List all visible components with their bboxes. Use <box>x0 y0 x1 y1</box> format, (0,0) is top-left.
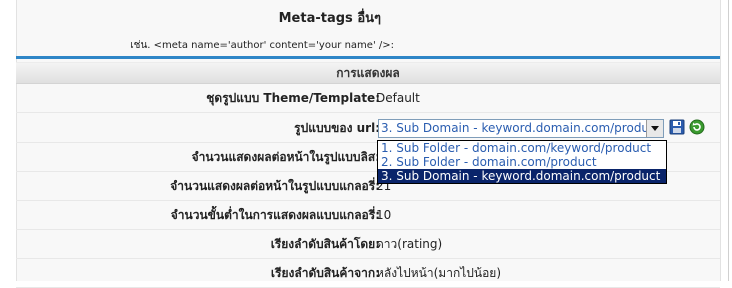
row-sort-by: เรียงลำดับสินค้าโดย: ดาว(rating) <box>16 230 720 259</box>
url-format-label: รูปแบบของ url: <box>294 121 380 135</box>
url-format-dropdown-list[interactable]: 1. Sub Folder - domain.com/keyword/produ… <box>377 140 667 184</box>
gallery-min-value[interactable]: 10 <box>376 201 391 229</box>
gallery-min-label: จำนวนขั้นต่ำในการแสดงผลแบบแกลอรี่: <box>170 208 380 222</box>
list-count-label: จำนวนแสดงผลต่อหน้าในรูปแบบลิส: <box>191 150 380 164</box>
refresh-icon[interactable] <box>689 119 705 135</box>
save-icon[interactable] <box>669 119 685 135</box>
sort-by-label: เรียงลำดับสินค้าโดย: <box>270 237 380 251</box>
window-edge <box>728 0 729 281</box>
meta-tags-example: เช่น. <meta name='author' content='your … <box>130 40 394 51</box>
url-option-2[interactable]: 2. Sub Folder - domain.com/product <box>378 155 666 169</box>
sort-order-value[interactable]: หลังไปหน้า(มากไปน้อย) <box>376 259 501 287</box>
chevron-down-icon[interactable] <box>646 120 663 137</box>
row-gallery-min: จำนวนขั้นต่ำในการแสดงผลแบบแกลอรี่: 10 <box>16 201 720 230</box>
url-option-1[interactable]: 1. Sub Folder - domain.com/keyword/produ… <box>378 141 666 155</box>
row-theme: ชุดรูปแบบ Theme/Template: Default <box>16 84 720 113</box>
gallery-count-label: จำนวนแสดงผลต่อหน้าในรูปแบบแกลอรี่: <box>170 179 380 193</box>
meta-tags-label: Meta-tags อื่นๆ <box>278 11 381 26</box>
section-header-display: การแสดงผล <box>16 62 720 84</box>
theme-label: ชุดรูปแบบ Theme/Template: <box>206 91 380 105</box>
url-format-selected: 3. Sub Domain - keyword.domain.com/produ… <box>381 121 661 135</box>
url-format-select[interactable]: 3. Sub Domain - keyword.domain.com/produ… <box>378 119 664 138</box>
theme-value[interactable]: Default <box>376 84 420 112</box>
url-option-3[interactable]: 3. Sub Domain - keyword.domain.com/produ… <box>378 169 666 183</box>
sort-by-value[interactable]: ดาว(rating) <box>376 230 442 258</box>
row-sort-order: เรียงลำดับสินค้าจาก: หลังไปหน้า(มากไปน้อ… <box>16 259 720 288</box>
sort-order-label: เรียงลำดับสินค้าจาก: <box>270 266 380 280</box>
section-divider <box>16 56 720 59</box>
